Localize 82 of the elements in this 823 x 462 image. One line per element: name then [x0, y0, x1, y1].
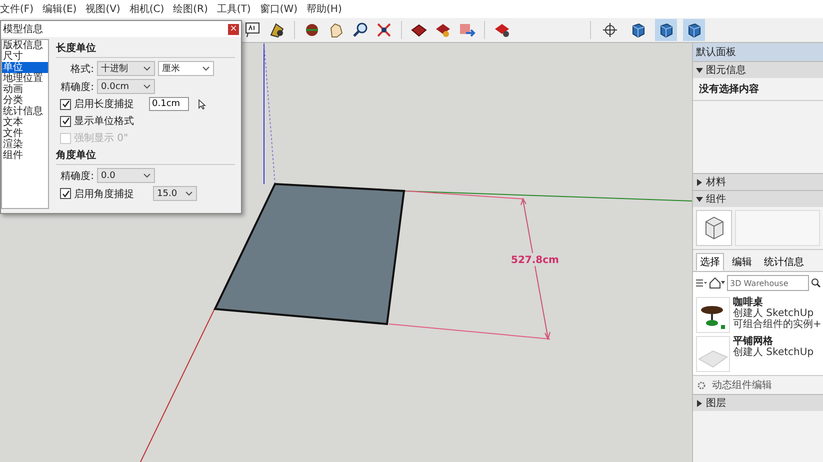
list-item[interactable]: 版权信息 — [2, 40, 48, 51]
checkbox-label: 显示单位格式 — [74, 114, 134, 128]
component-name[interactable]: 平铺网格 — [733, 336, 814, 347]
panel-title: 默认面板 — [693, 43, 823, 61]
cube-icon — [686, 22, 702, 38]
list-item[interactable]: 统计信息 — [2, 106, 48, 117]
search-field[interactable]: 3D Warehouse — [727, 275, 809, 291]
footer-label: 动态组件编辑 — [712, 378, 772, 392]
caret-icon — [185, 191, 193, 196]
section-title[interactable]: 组件 — [706, 192, 726, 206]
gear-icon[interactable] — [697, 380, 706, 390]
checkbox-label: 启用长度捕捉 — [74, 98, 134, 111]
text-tool-icon[interactable] — [244, 21, 262, 39]
cube-icon — [658, 22, 674, 38]
field-label: 格式: — [70, 62, 94, 76]
dimension-label: 527.8cm — [511, 255, 559, 266]
section-title[interactable]: 图层 — [706, 396, 726, 410]
input-field[interactable]: 0.1cm — [149, 97, 189, 111]
caret-icon — [143, 66, 151, 71]
close-button[interactable]: × — [228, 24, 239, 34]
checkbox-label: 强制显示 0" — [74, 132, 128, 145]
dropdown[interactable]: 0.0cm — [97, 79, 155, 94]
section-heading: 角度单位 — [56, 148, 235, 165]
coffee-table-thumbnail[interactable] — [696, 297, 730, 333]
checkbox-label: 启用角度捕捉 — [74, 188, 134, 200]
menu-item[interactable]: 帮助(H) — [306, 2, 342, 16]
list-item[interactable]: 地理位置 — [2, 73, 48, 84]
section-title[interactable]: 材料 — [706, 175, 726, 189]
dropdown[interactable]: 15.0 — [153, 186, 197, 201]
component-description: 创建人 SketchUp — [733, 347, 814, 358]
expand-arrow-icon[interactable] — [696, 196, 703, 202]
gem-icon[interactable] — [434, 21, 452, 39]
caret-icon — [143, 173, 151, 178]
rectangle-face[interactable] — [213, 182, 406, 326]
component-description: 可组合组件的实例+ — [733, 319, 822, 330]
checkbox[interactable] — [60, 98, 71, 110]
menu-item[interactable]: 视图(V) — [86, 2, 120, 16]
section-heading: 长度单位 — [56, 41, 235, 58]
caret-icon — [143, 84, 151, 89]
menu-item[interactable]: 工具(T) — [216, 2, 251, 16]
grid-thumbnail[interactable] — [696, 336, 730, 372]
mouse-pointer-icon — [198, 98, 206, 110]
dropdown[interactable]: 十进制 — [97, 61, 155, 76]
menu-item[interactable]: 窗口(W) — [260, 2, 298, 16]
search-icon[interactable] — [351, 21, 369, 39]
menu-item[interactable]: 编辑(E) — [42, 2, 77, 16]
tab[interactable]: 统计信息 — [760, 253, 808, 271]
list-item[interactable]: 渲染 — [2, 139, 48, 150]
field-label: 精确度: — [60, 170, 94, 182]
dropdown[interactable]: 厘米 — [158, 61, 214, 76]
cube-icon — [630, 22, 646, 38]
collapse-arrow-icon[interactable] — [696, 400, 703, 406]
view-button[interactable] — [655, 19, 677, 41]
field-label: 精确度: — [60, 80, 94, 94]
list-item[interactable]: 组件 — [2, 150, 48, 161]
list-item[interactable]: 文件 — [2, 128, 48, 139]
window-title: 模型信息 — [3, 22, 43, 36]
menu-item[interactable]: 文件(F) — [0, 2, 34, 16]
expand-arrow-icon[interactable] — [696, 66, 703, 74]
menu-item[interactable]: 绘图(R) — [173, 2, 208, 16]
component-description: 创建人 SketchUp — [733, 308, 815, 319]
paint-bucket-icon[interactable] — [268, 21, 286, 39]
view-button[interactable] — [683, 19, 705, 41]
view-options-icon[interactable] — [695, 278, 707, 288]
search-icon[interactable] — [811, 278, 821, 288]
checkbox[interactable] — [60, 116, 71, 126]
caret-icon — [202, 66, 210, 71]
list-item[interactable]: 尺寸 — [2, 51, 48, 62]
list-item[interactable]: 动画 — [2, 84, 48, 95]
list-item[interactable]: 文本 — [2, 117, 48, 128]
menu-item[interactable]: 相机(C) — [129, 2, 164, 16]
component-name[interactable]: 咖啡桌 — [733, 297, 822, 308]
tab[interactable]: 选择 — [696, 253, 724, 271]
list-item[interactable]: 单位 — [2, 62, 48, 73]
home-icon[interactable] — [709, 277, 725, 289]
dropdown[interactable]: 0.0 — [97, 168, 155, 183]
gem-icon[interactable] — [493, 21, 511, 39]
cube-icon — [696, 210, 732, 246]
collapse-arrow-icon[interactable] — [696, 178, 703, 186]
checkbox[interactable] — [60, 188, 71, 199]
tab[interactable]: 编辑 — [728, 253, 756, 271]
list-item[interactable]: 分类 — [2, 95, 48, 106]
